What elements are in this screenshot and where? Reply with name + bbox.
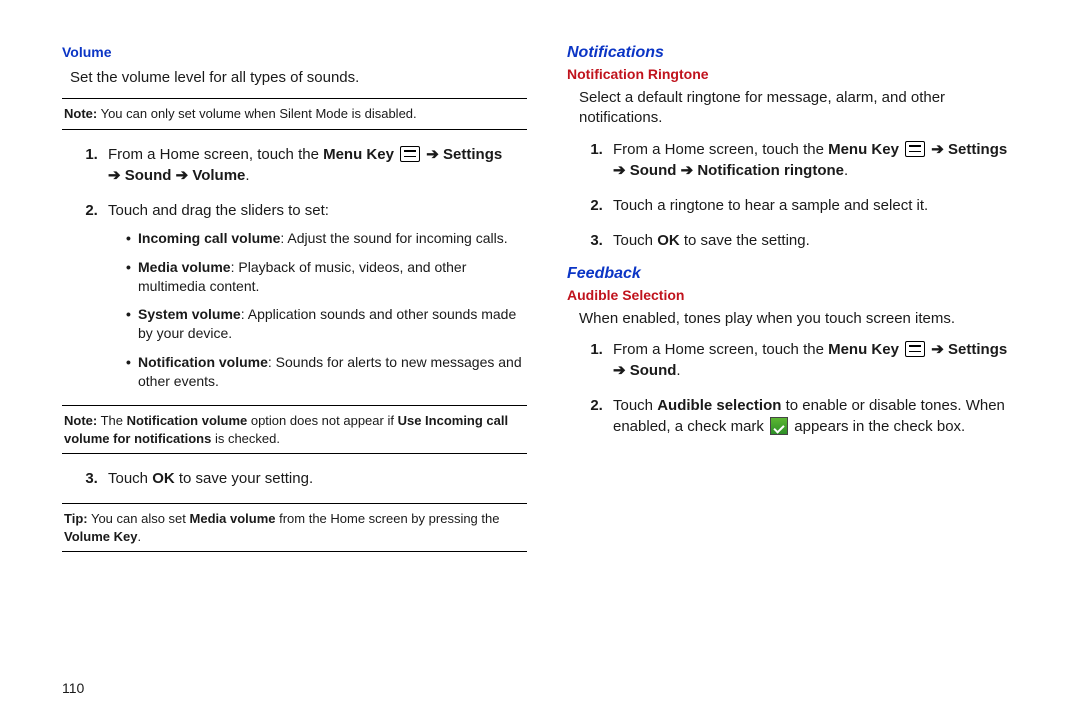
right-column: Notifications Notification Ringtone Sele…	[567, 40, 1032, 566]
volume-steps-cont: Touch OK to save your setting.	[62, 468, 527, 489]
heading-notifications: Notifications	[567, 44, 1032, 62]
checkmark-icon	[770, 417, 788, 435]
menu-key-icon	[905, 141, 925, 157]
note-notification-volume: Note: The Notification volume option doe…	[62, 405, 527, 454]
heading-audible-selection: Audible Selection	[567, 287, 1032, 303]
as-step-2: Touch Audible selection to enable or dis…	[607, 395, 1032, 437]
nr-intro: Select a default ringtone for message, a…	[579, 88, 1032, 129]
step-1: From a Home screen, touch the Menu Key ➔…	[102, 144, 527, 186]
bullet-media: Media volume: Playback of music, videos,…	[126, 258, 527, 296]
volume-steps: From a Home screen, touch the Menu Key ➔…	[62, 144, 527, 391]
step-3: Touch OK to save your setting.	[102, 468, 527, 489]
bullet-system: System volume: Application sounds and ot…	[126, 305, 527, 343]
left-column: Volume Set the volume level for all type…	[62, 40, 527, 566]
step-2: Touch and drag the sliders to set: Incom…	[102, 200, 527, 391]
as-intro: When enabled, tones play when you touch …	[579, 309, 1032, 329]
nr-step-3: Touch OK to save the setting.	[607, 230, 1032, 251]
bullet-notification: Notification volume: Sounds for alerts t…	[126, 353, 527, 391]
heading-feedback: Feedback	[567, 265, 1032, 283]
page-number: 110	[62, 680, 84, 696]
volume-intro: Set the volume level for all types of so…	[70, 68, 527, 88]
as-steps: From a Home screen, touch the Menu Key ➔…	[567, 339, 1032, 437]
tip-volume-key: Tip: You can also set Media volume from …	[62, 503, 527, 552]
nr-steps: From a Home screen, touch the Menu Key ➔…	[567, 139, 1032, 251]
as-step-1: From a Home screen, touch the Menu Key ➔…	[607, 339, 1032, 381]
heading-notification-ringtone: Notification Ringtone	[567, 66, 1032, 82]
bullet-incoming: Incoming call volume: Adjust the sound f…	[126, 229, 527, 248]
nr-step-2: Touch a ringtone to hear a sample and se…	[607, 195, 1032, 216]
heading-volume: Volume	[62, 44, 527, 60]
nr-step-1: From a Home screen, touch the Menu Key ➔…	[607, 139, 1032, 181]
menu-key-icon	[905, 341, 925, 357]
note-silent-mode: Note: You can only set volume when Silen…	[62, 98, 527, 130]
menu-key-icon	[400, 146, 420, 162]
